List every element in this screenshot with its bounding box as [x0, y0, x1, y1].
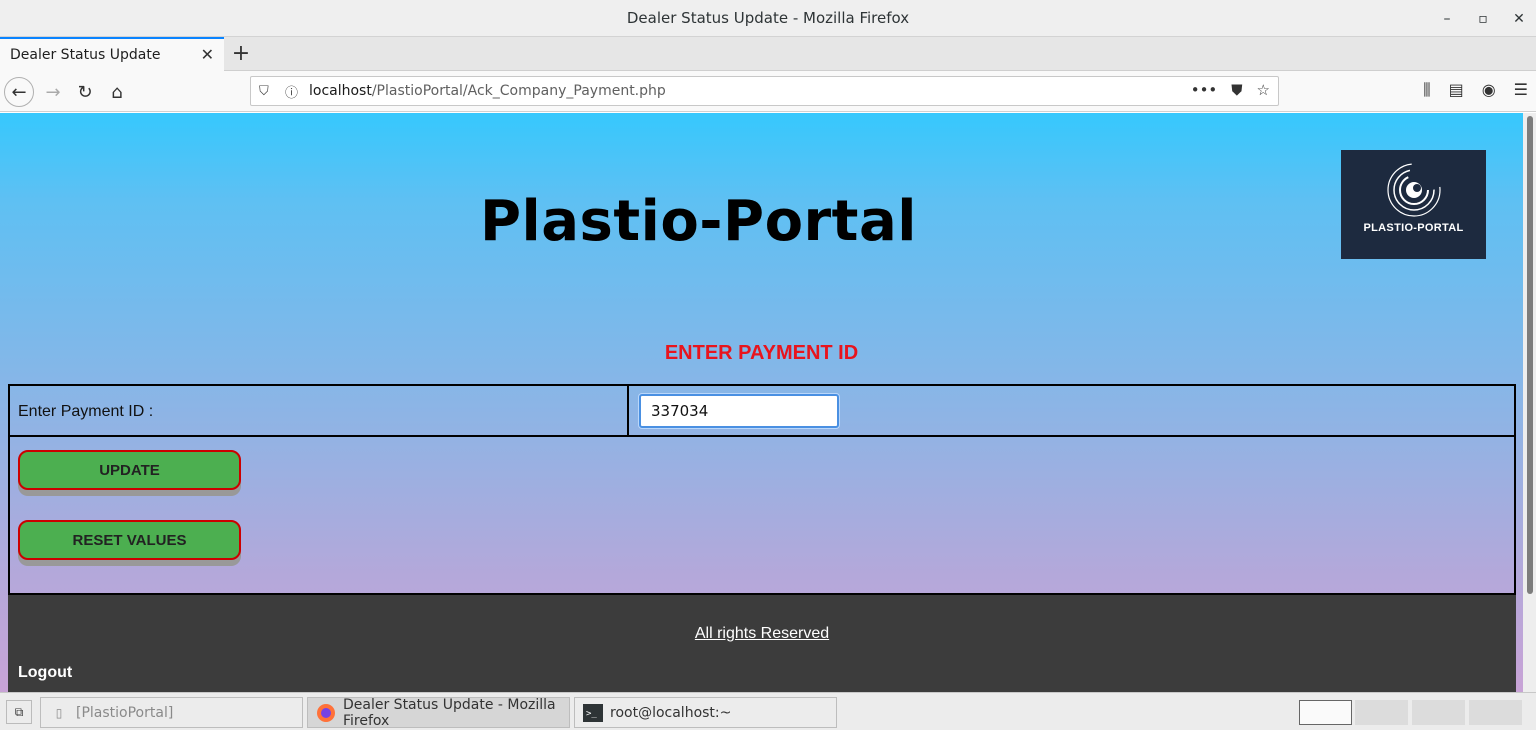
taskbar-item-plastioportal[interactable]: ▯ [PlastioPortal] — [40, 697, 303, 728]
window-controls: – ▫ ✕ — [1440, 0, 1526, 37]
toolbar-right: ⫼ ▤ ◉ ☰ — [1423, 80, 1528, 100]
payment-id-input[interactable] — [639, 394, 839, 428]
bookmark-star-icon[interactable]: ☆ — [1257, 81, 1270, 99]
window-titlebar: Dealer Status Update - Mozilla Firefox –… — [0, 0, 1536, 37]
logout-link[interactable]: Logout — [18, 664, 72, 682]
swirl-logo-icon — [1386, 163, 1441, 217]
workspace-3[interactable] — [1412, 700, 1465, 725]
url-text[interactable]: localhost/PlastioPortal/Ack_Company_Paym… — [309, 83, 666, 99]
navigation-bar: ← → ↻ ⌂ ⛉ ⓘ localhost/PlastioPortal/Ack_… — [0, 71, 1536, 112]
file-manager-icon: ▯ — [55, 705, 63, 720]
taskbar-item-label: Dealer Status Update - Mozilla Firefox — [343, 696, 556, 729]
reset-values-button[interactable]: RESET VALUES — [18, 520, 241, 560]
back-icon[interactable]: ← — [4, 77, 34, 107]
payment-id-label: Enter Payment ID : — [10, 386, 629, 437]
site-info-icon[interactable]: ⓘ — [285, 82, 301, 101]
all-rights-link[interactable]: All rights Reserved — [8, 625, 1516, 643]
tab-dealer-status-update[interactable]: Dealer Status Update ✕ — [0, 37, 224, 71]
taskbar-item-label: [PlastioPortal] — [76, 704, 174, 721]
logo-text: PLASTIO-PORTAL — [1363, 222, 1464, 234]
url-path: /PlastioPortal/Ack_Company_Payment.php — [371, 83, 666, 99]
page-content: Plastio-Portal PLASTIO-PORTAL ENTER PAYM… — [0, 113, 1523, 692]
taskbar-item-firefox[interactable]: Dealer Status Update - Mozilla Firefox — [307, 696, 570, 729]
reload-icon[interactable]: ↻ — [70, 77, 100, 107]
page-scrollbar[interactable] — [1523, 113, 1536, 692]
payment-id-cell — [631, 386, 1514, 437]
page-actions-icon[interactable]: ••• — [1191, 81, 1218, 99]
account-icon[interactable]: ◉ — [1482, 80, 1496, 100]
workspace-1[interactable] — [1299, 700, 1352, 725]
taskbar-item-terminal[interactable]: >_ root@localhost:~ — [574, 697, 837, 728]
show-desktop-icon[interactable]: ⧉ — [6, 700, 32, 724]
workspace-4[interactable] — [1469, 700, 1522, 725]
terminal-icon: >_ — [583, 703, 603, 723]
pocket-icon[interactable]: ⛊ — [1231, 81, 1242, 99]
menu-icon[interactable]: ☰ — [1514, 80, 1528, 100]
library-icon[interactable]: ⫼ — [1423, 80, 1430, 100]
update-button[interactable]: UPDATE — [18, 450, 241, 490]
url-bar[interactable]: ⛉ ⓘ localhost/PlastioPortal/Ack_Company_… — [250, 76, 1279, 106]
maximize-icon[interactable]: ▫ — [1476, 11, 1490, 27]
close-window-icon[interactable]: ✕ — [1512, 11, 1526, 27]
tab-title: Dealer Status Update — [10, 47, 161, 63]
new-tab-icon[interactable]: + — [230, 41, 252, 66]
tracking-shield-icon[interactable]: ⛉ — [259, 84, 275, 99]
window-title: Dealer Status Update - Mozilla Firefox — [626, 9, 910, 27]
taskbar-item-label: root@localhost:~ — [610, 704, 732, 721]
payment-form: Enter Payment ID : UPDATE RESET VALUES — [8, 384, 1516, 595]
url-host: localhost — [309, 83, 372, 99]
scrollbar-thumb[interactable] — [1527, 116, 1533, 594]
logo: PLASTIO-PORTAL — [1341, 150, 1486, 259]
payment-row: Enter Payment ID : — [10, 386, 1514, 437]
sidebar-icon[interactable]: ▤ — [1449, 80, 1464, 100]
tab-strip: Dealer Status Update ✕ + — [0, 37, 1536, 71]
workspace-2[interactable] — [1355, 700, 1408, 725]
site-title: Plastio-Portal — [480, 189, 917, 254]
url-actions: ••• ⛊ ☆ — [1191, 81, 1270, 99]
firefox-icon — [316, 703, 336, 723]
forward-icon[interactable]: → — [38, 77, 68, 107]
home-icon[interactable]: ⌂ — [102, 77, 132, 107]
taskbar: ⧉ ▯ [PlastioPortal] Dealer Status Update… — [0, 692, 1536, 730]
close-tab-icon[interactable]: ✕ — [201, 45, 214, 64]
footer: All rights Reserved Logout — [8, 595, 1516, 692]
section-heading: ENTER PAYMENT ID — [664, 342, 859, 364]
svg-text:>_: >_ — [586, 709, 597, 719]
minimize-icon[interactable]: – — [1440, 11, 1454, 27]
